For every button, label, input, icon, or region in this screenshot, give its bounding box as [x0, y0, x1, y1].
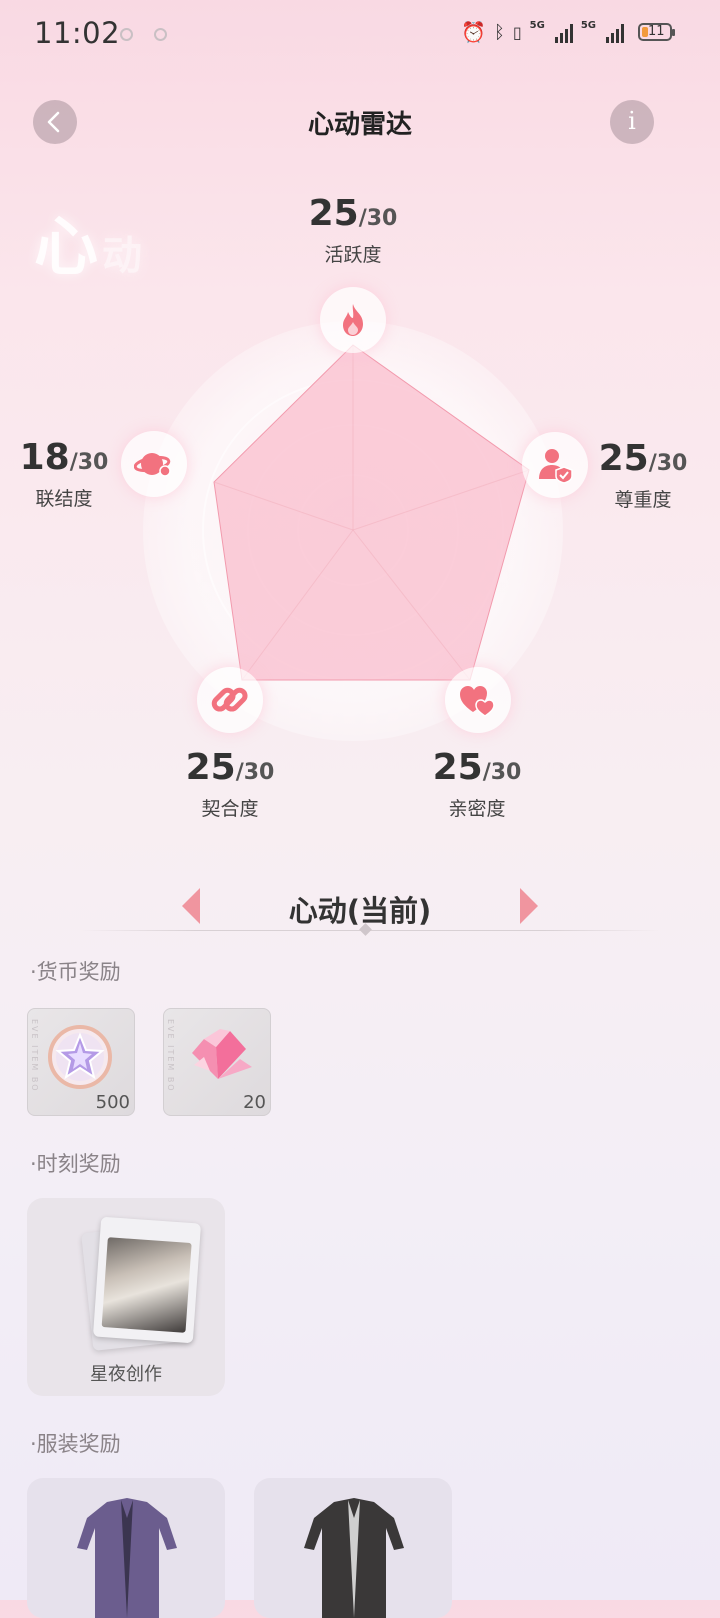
outfit-rewards-label: ·服装奖励: [30, 1432, 121, 1456]
stat-max: /30: [235, 760, 275, 785]
stat-label: 联结度: [35, 488, 93, 510]
stat-fit: 25/30 契合度: [150, 747, 310, 821]
level-switcher: 心动(当前): [0, 880, 720, 940]
moment-reward-card[interactable]: 星夜创作: [27, 1198, 225, 1396]
outfit-reward-card[interactable]: [27, 1478, 225, 1618]
stat-label: 契合度: [201, 798, 259, 820]
stat-score: 25: [185, 747, 236, 788]
item-quantity: 500: [95, 1092, 130, 1113]
radar-polygon: [213, 344, 530, 681]
jacket-icon: [304, 1498, 404, 1618]
stat-max: /30: [482, 760, 522, 785]
moment-rewards-label: ·时刻奖励: [30, 1152, 121, 1176]
stat-max: /30: [648, 451, 688, 476]
stat-label: 尊重度: [614, 489, 672, 511]
stat-label: 亲密度: [448, 798, 506, 820]
stat-respect: 25/30 尊重度: [563, 438, 720, 512]
stat-label: 活跃度: [324, 244, 382, 266]
reward-item-star-coin[interactable]: EVE ITEM BO 500: [27, 1008, 135, 1116]
stat-score: 25: [598, 438, 649, 479]
moment-caption: 星夜创作: [90, 1364, 162, 1385]
fit-axis: [197, 667, 263, 733]
jacket-icon: [77, 1498, 177, 1618]
stat-score: 25: [432, 747, 483, 788]
stat-activity: 25/30 活跃度: [273, 193, 433, 267]
currency-rewards-label: ·货币奖励: [30, 960, 121, 984]
outfit-reward-card[interactable]: [254, 1478, 452, 1618]
reward-item-pink-crystal[interactable]: EVE ITEM BO 20: [163, 1008, 271, 1116]
stat-score: 18: [19, 437, 70, 478]
stat-intimacy: 25/30 亲密度: [397, 747, 557, 821]
stat-max: /30: [358, 206, 398, 231]
link-icon: [211, 687, 248, 712]
photo-card: [92, 1216, 202, 1344]
stat-score: 25: [308, 193, 359, 234]
activity-axis: [320, 287, 386, 353]
photo-image: [101, 1237, 192, 1333]
intimacy-axis: [445, 667, 511, 733]
current-level-title: 心动(当前): [288, 894, 432, 928]
fire-icon: [343, 304, 363, 336]
stat-max: /30: [69, 450, 109, 475]
hearts-icon: [460, 686, 495, 717]
stat-connection: 18/30 联结度: [0, 437, 144, 511]
next-level-button[interactable]: [520, 888, 538, 924]
item-quantity: 20: [243, 1092, 266, 1113]
